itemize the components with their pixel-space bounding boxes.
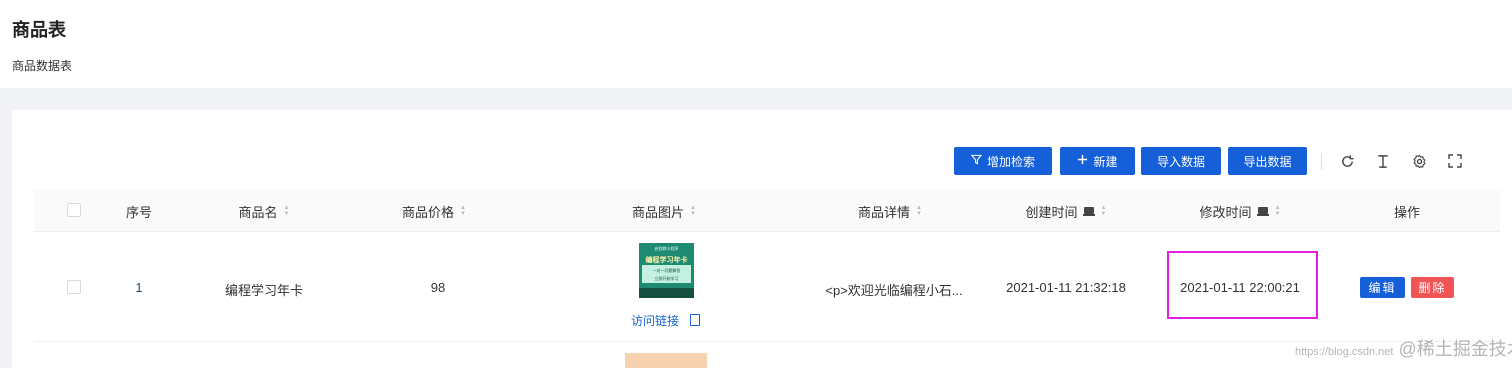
product-image-footer bbox=[639, 288, 694, 298]
add-search-label: 增加检索 bbox=[986, 154, 1035, 169]
visit-link[interactable]: 访问链接 bbox=[631, 312, 679, 329]
row-checkbox[interactable] bbox=[67, 280, 81, 294]
select-all-checkbox[interactable] bbox=[67, 203, 81, 217]
highlight-box bbox=[1167, 251, 1318, 319]
column-modified[interactable]: 修改时间 ▲ ▼ bbox=[1174, 190, 1306, 232]
filter-icon bbox=[970, 154, 983, 168]
edit-button[interactable]: 编辑 bbox=[1360, 277, 1405, 298]
toolbar-divider bbox=[1321, 153, 1322, 170]
export-label: 导出数据 bbox=[1243, 154, 1292, 169]
delete-button[interactable]: 删除 bbox=[1411, 277, 1454, 298]
refresh-icon[interactable] bbox=[1337, 151, 1357, 171]
product-image[interactable]: 启程教小程序 编程学习年卡 一对一问题解答 立即开始学习 bbox=[639, 243, 694, 298]
copy-icon[interactable] bbox=[690, 314, 700, 326]
watermark-url: https://blog.csdn.net bbox=[1295, 346, 1394, 358]
text-height-icon[interactable] bbox=[1373, 151, 1393, 171]
product-image[interactable] bbox=[625, 353, 707, 368]
watermark: https://blog.csdn.net @稀土掘金技术社区 bbox=[1295, 335, 1512, 361]
row-index: 1 bbox=[135, 280, 143, 295]
row-name: 编程学习年卡 bbox=[224, 283, 303, 298]
column-image[interactable]: 商品图片 ▲ ▼ bbox=[604, 190, 724, 232]
column-actions-label: 操作 bbox=[1393, 204, 1420, 220]
import-label: 导入数据 bbox=[1156, 154, 1205, 169]
column-name-label: 商品名 bbox=[238, 204, 278, 220]
column-detail-label: 商品详情 bbox=[858, 204, 911, 220]
row-detail: <p>欢迎光临编程小石... bbox=[825, 283, 963, 298]
new-button[interactable]: 新建 bbox=[1060, 147, 1135, 175]
settings-icon[interactable] bbox=[1409, 151, 1429, 171]
sort-icon[interactable]: ▲ ▼ bbox=[690, 205, 696, 217]
column-index: 序号 bbox=[106, 190, 172, 232]
column-created-label: 创建时间 bbox=[1025, 204, 1078, 220]
column-created[interactable]: 创建时间 ▲ ▼ bbox=[1000, 190, 1132, 232]
toolbar: 增加检索 新建 导入数据 导出数据 bbox=[0, 147, 1512, 175]
product-image-title: 编程学习年卡 bbox=[645, 257, 688, 264]
column-modified-label: 修改时间 bbox=[1199, 204, 1252, 220]
table-header: 序号 商品名 ▲ ▼ 商品价格 ▲ ▼ 商品图片 ▲ ▼ 商品详情 ▲ ▼ 创建时间 ▲… bbox=[34, 190, 1500, 232]
row-price: 98 bbox=[430, 280, 446, 295]
watermark-text: @稀土掘金技术社区 bbox=[1398, 339, 1512, 359]
row-created: 2021-01-11 21:32:18 bbox=[1006, 280, 1126, 295]
column-actions: 操作 bbox=[1374, 190, 1440, 232]
sort-icon[interactable]: ▲ ▼ bbox=[460, 205, 466, 217]
sort-icon[interactable]: ▲ ▼ bbox=[284, 205, 290, 217]
product-image-caption: 启程教小程序 bbox=[654, 246, 679, 251]
export-button[interactable]: 导出数据 bbox=[1228, 147, 1307, 175]
page-subtitle: 商品数据表 bbox=[12, 59, 73, 73]
sort-icon[interactable]: ▲ ▼ bbox=[1275, 205, 1281, 217]
page-header: 商品表 商品数据表 bbox=[0, 0, 1512, 88]
column-price-label: 商品价格 bbox=[402, 204, 455, 220]
fullscreen-icon[interactable] bbox=[1445, 151, 1465, 171]
new-label: 新建 bbox=[1093, 154, 1118, 169]
column-index-label: 序号 bbox=[125, 204, 152, 220]
add-search-button[interactable]: 增加检索 bbox=[954, 147, 1052, 175]
column-image-label: 商品图片 bbox=[632, 204, 685, 220]
page-title: 商品表 bbox=[12, 20, 66, 40]
column-name[interactable]: 商品名 ▲ ▼ bbox=[204, 190, 324, 232]
product-image-line2: 立即开始学习 bbox=[654, 276, 679, 281]
plus-icon bbox=[1077, 154, 1088, 168]
product-image-line1: 一对一问题解答 bbox=[652, 268, 681, 273]
table-row: 1 编程学习年卡 98 启程教小程序 编程学习年卡 一对一问题解答 立即开始学习… bbox=[34, 232, 1500, 342]
laptop-icon bbox=[1256, 206, 1269, 216]
column-price[interactable]: 商品价格 ▲ ▼ bbox=[374, 190, 494, 232]
sort-icon[interactable]: ▲ ▼ bbox=[916, 205, 922, 217]
laptop-icon bbox=[1082, 206, 1095, 216]
column-detail[interactable]: 商品详情 ▲ ▼ bbox=[830, 190, 950, 232]
sort-icon[interactable]: ▲ ▼ bbox=[1101, 205, 1107, 217]
import-button[interactable]: 导入数据 bbox=[1141, 147, 1221, 175]
